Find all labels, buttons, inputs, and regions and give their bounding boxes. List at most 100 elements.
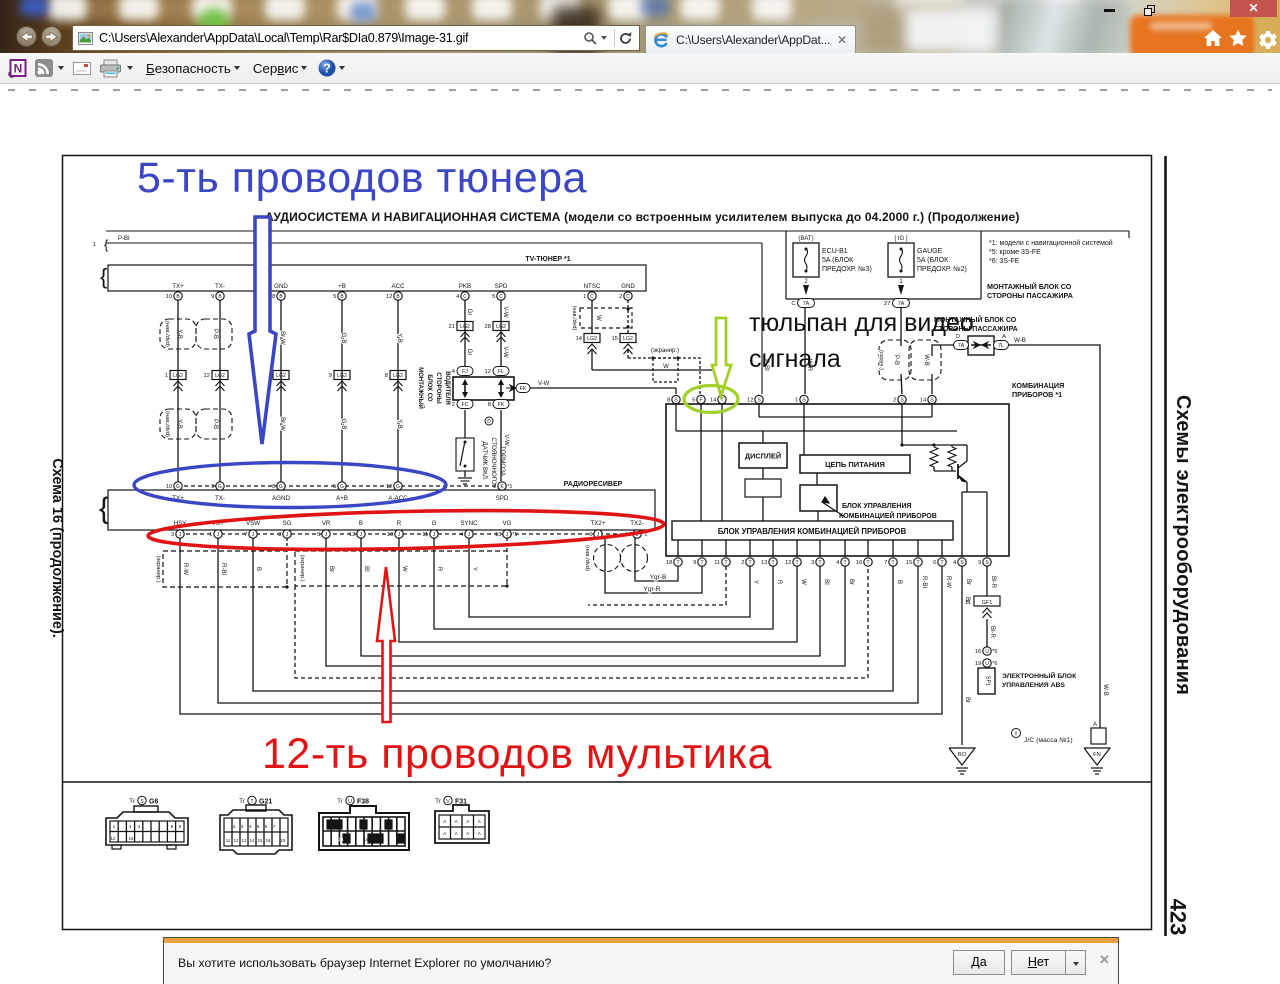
svg-text:ЭЛЕКТРОННЫЙ БЛОК: ЭЛЕКТРОННЫЙ БЛОК <box>1002 671 1077 680</box>
svg-text:(скруч.): (скруч.) <box>878 350 884 370</box>
svg-text:423: 423 <box>1166 899 1191 936</box>
svg-text:11: 11 <box>226 838 231 843</box>
svg-text:7L: 7L <box>998 343 1004 349</box>
svg-text:A+B: A+B <box>336 495 348 502</box>
svg-text:Ygr-R: Ygr-R <box>644 586 661 593</box>
svg-text:27: 27 <box>884 301 890 307</box>
svg-text:NTSC: NTSC <box>584 283 601 290</box>
svg-text:LG2: LG2 <box>623 336 633 342</box>
svg-text:15: 15 <box>612 336 618 342</box>
svg-text:Схема 16 (продолжение).: Схема 16 (продолжение). <box>49 458 65 638</box>
svg-text:A: A <box>1093 722 1097 728</box>
svg-text:G6: G6 <box>149 799 158 806</box>
svg-text:12: 12 <box>204 373 210 379</box>
svg-text:2: 2 <box>804 279 808 285</box>
svg-text:9: 9 <box>329 373 332 379</box>
svg-text:*1: модели с навигационной сис: *1: модели с навигационной системой <box>989 239 1113 247</box>
svg-text:Br: Br <box>848 579 854 585</box>
svg-text:LG2: LG2 <box>337 373 347 379</box>
svg-text:4: 4 <box>456 294 460 300</box>
svg-text:ПРЕДОХР. №3): ПРЕДОХР. №3) <box>822 266 872 273</box>
svg-text:G: G <box>432 520 437 527</box>
svg-text:SYNC: SYNC <box>460 520 478 527</box>
svg-text:V-W: V-W <box>538 381 550 387</box>
svg-text:БЛОК СО: БЛОК СО <box>426 374 432 402</box>
svg-text:4: 4 <box>953 560 957 566</box>
svg-text:Tr: Tr <box>435 799 440 805</box>
svg-text:2: 2 <box>493 484 496 490</box>
svg-text:10: 10 <box>166 484 172 490</box>
svg-text:12: 12 <box>110 836 116 841</box>
svg-text:5: 5 <box>333 484 336 490</box>
svg-text:Br: Br <box>964 697 970 703</box>
svg-text:A: A <box>478 819 482 825</box>
svg-text:(нав./dvd): (нав./dvd) <box>164 321 170 347</box>
svg-text:3: 3 <box>278 532 281 538</box>
svg-text:A: A <box>443 819 447 825</box>
svg-text:сигнала: сигнала <box>749 345 841 373</box>
svg-text:4: 4 <box>836 560 840 566</box>
svg-text:16: 16 <box>128 836 134 841</box>
svg-text:B: B <box>896 580 902 584</box>
svg-text:*5: *5 <box>992 649 997 655</box>
svg-text:8: 8 <box>272 294 275 300</box>
svg-text:1: 1 <box>113 824 116 829</box>
svg-text:Tr: Tr <box>239 799 244 805</box>
svg-text:1: 1 <box>795 398 798 404</box>
svg-text:2: 2 <box>893 398 896 404</box>
svg-text:TX-: TX- <box>215 495 225 502</box>
svg-text:BI-R: BI-R <box>990 576 996 589</box>
svg-text:13: 13 <box>761 560 767 566</box>
svg-text:12-ть проводов мультика: 12-ть проводов мультика <box>262 730 772 778</box>
svg-text:8: 8 <box>272 484 275 490</box>
svg-text:4: 4 <box>460 532 464 538</box>
svg-text:8: 8 <box>667 398 670 404</box>
svg-text:12: 12 <box>349 532 355 538</box>
svg-text:7A: 7A <box>803 301 810 307</box>
svg-text:W-B: W-B <box>1102 684 1108 696</box>
svg-text:{: { <box>99 492 109 525</box>
svg-text:A: A <box>455 819 459 825</box>
svg-text:14: 14 <box>576 336 583 342</box>
svg-text:U: U <box>348 799 352 805</box>
svg-text:P-B: P-B <box>893 355 899 365</box>
svg-text:TX-: TX- <box>215 283 225 290</box>
svg-text:Ygr-B: Ygr-B <box>650 574 667 581</box>
svg-text:7: 7 <box>273 824 276 829</box>
svg-text:B: B <box>359 520 363 527</box>
svg-text:ПРЕДОХР. №2): ПРЕДОХР. №2) <box>917 266 967 273</box>
svg-text:12: 12 <box>747 398 753 404</box>
svg-text:(нав./dvd): (нав./dvd) <box>164 411 170 437</box>
svg-text:T: T <box>940 560 943 566</box>
svg-text:7A: 7A <box>898 301 905 307</box>
svg-text:ЦЕПЬ ПИТАНИЯ: ЦЕПЬ ПИТАНИЯ <box>825 460 885 469</box>
svg-text:ПРИБОРОВ *1: ПРИБОРОВ *1 <box>1012 390 1062 399</box>
svg-text:*1: *1 <box>507 484 512 490</box>
svg-text:ACC: ACC <box>391 283 405 290</box>
svg-text:5: 5 <box>317 532 320 538</box>
svg-text:FK: FK <box>520 386 527 392</box>
svg-text:Y: Y <box>1014 732 1018 738</box>
svg-text:(нав./dvd): (нав./dvd) <box>584 545 590 571</box>
svg-text:7A: 7A <box>958 343 965 349</box>
svg-text:LG2: LG2 <box>215 373 225 379</box>
svg-text:V: V <box>446 799 450 805</box>
svg-text:9: 9 <box>211 294 214 300</box>
svg-text:U: U <box>985 649 989 655</box>
svg-text:11: 11 <box>714 560 720 566</box>
svg-text:F38: F38 <box>357 799 369 806</box>
svg-text:БЛОК УПРАВЛЕНИЯ КОМБИНАЦИЕЙ ПР: БЛОК УПРАВЛЕНИЯ КОМБИНАЦИЕЙ ПРИБОРОВ <box>718 527 907 536</box>
svg-text:G: G <box>176 484 180 490</box>
svg-text:A: A <box>466 831 470 837</box>
svg-text:W-B: W-B <box>923 354 929 366</box>
svg-text:ВОДИТЕЛЯ: ВОДИТЕЛЯ <box>444 371 450 405</box>
svg-text:FL: FL <box>498 369 504 375</box>
svg-text:СТОРОНЫ: СТОРОНЫ <box>435 372 441 403</box>
svg-text:10: 10 <box>387 532 393 538</box>
svg-text:SG: SG <box>283 520 292 527</box>
svg-text:3: 3 <box>811 560 814 566</box>
svg-text:LG2: LG2 <box>496 324 506 330</box>
svg-text:AGND: AGND <box>272 495 290 502</box>
svg-text:Y-B: Y-B <box>396 333 402 342</box>
svg-text:A: A <box>443 831 447 837</box>
